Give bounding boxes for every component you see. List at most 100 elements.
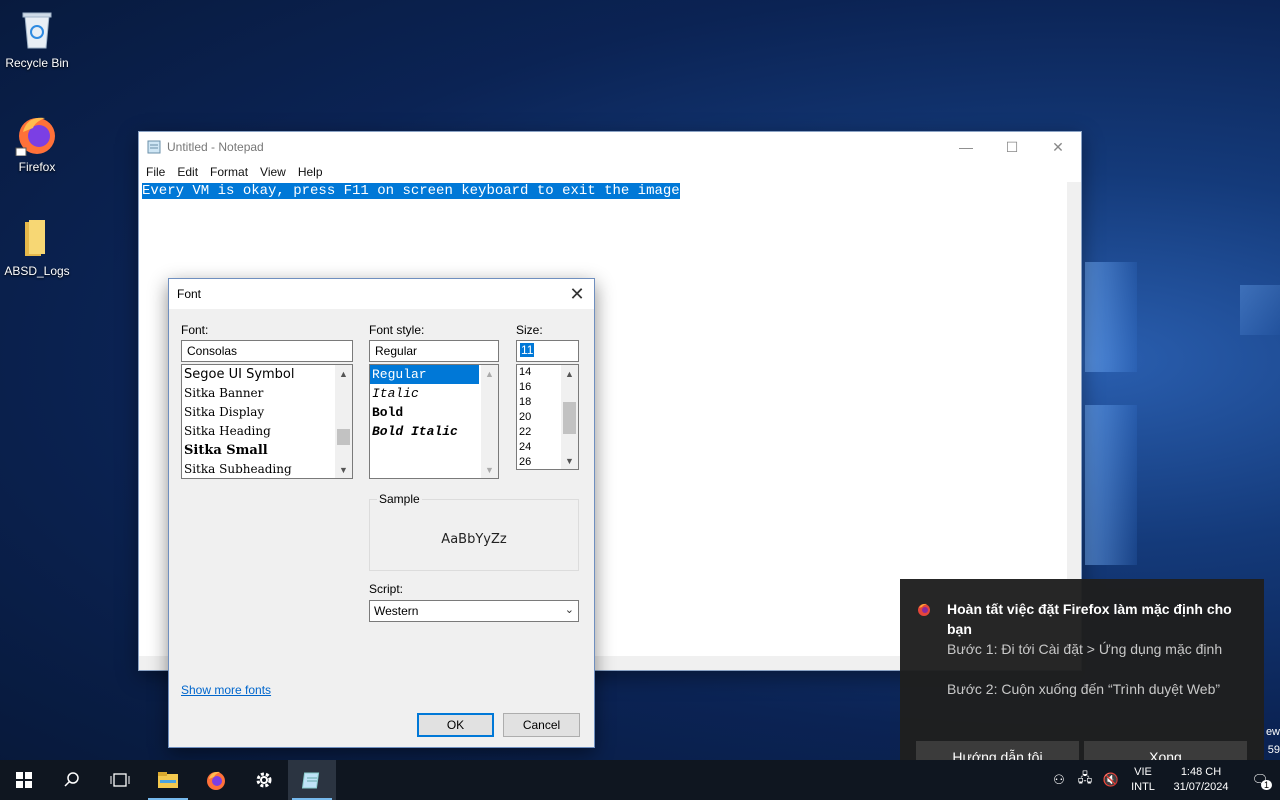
desktop-icon-firefox[interactable]: Firefox [0,112,74,174]
wallpaper-beam [1240,285,1280,335]
script-select[interactable]: Western ⌄ [369,600,579,622]
notepad-icon [147,140,161,154]
notepad-titlebar[interactable]: Untitled - Notepad [139,132,1081,162]
size-list[interactable]: 14 16 18 20 22 24 26 ▲ ▼ [516,364,579,470]
clock-date: 31/07/2024 [1173,781,1229,793]
sample-box: AaBbYyZz [369,499,579,571]
file-explorer-icon [158,772,178,788]
size-label: Size: [516,323,543,337]
font-name-input[interactable]: Consolas [181,340,353,362]
style-item-italic[interactable]: Italic [370,384,498,403]
chevron-down-icon: ⌄ [564,604,574,616]
settings-icon [256,772,272,788]
network-icon[interactable]: 🖧 [1072,760,1098,800]
maximize-button[interactable]: ☐ [989,132,1035,162]
script-label: Script: [369,582,404,596]
cancel-button[interactable]: Cancel [503,713,580,737]
scroll-down-icon[interactable]: ▼ [561,452,578,469]
menu-help[interactable]: Help [298,165,323,179]
guide-me-button[interactable]: Hướng dẫn tôi [916,741,1079,760]
task-view-icon [110,773,130,787]
size-list-scrollbar[interactable]: ▲ ▼ [561,365,578,469]
minimize-button[interactable]: — [943,132,989,162]
desktop-icon-absd-logs[interactable]: ABSD_Logs [0,216,74,278]
font-style-list[interactable]: Regular Italic Bold Bold Italic ▲ ▼ [369,364,499,479]
script-value: Western [374,604,419,618]
notification-count-badge: 1 [1260,780,1272,790]
close-button[interactable]: ✕ [1035,132,1081,162]
desktop-icon-recycle-bin[interactable]: Recycle Bin [0,8,74,70]
ok-button[interactable]: OK [417,713,494,737]
menu-format[interactable]: Format [210,165,248,179]
desktop-icon-label: ABSD_Logs [4,264,70,278]
font-list-scrollbar[interactable]: ▲ ▼ [335,365,352,478]
firefox-icon [15,112,59,157]
search-icon [64,772,79,787]
toast-title: Hoàn tất việc đặt Firefox làm mặc định c… [947,601,1232,637]
size-input[interactable]: 11 [516,340,579,362]
windows-logo-icon [16,772,32,788]
font-style-label: Font style: [369,323,425,337]
sample-label: Sample [377,492,422,506]
sample-text: AaBbYyZz [441,532,507,547]
toast-step-1: Bước 1: Đi tới Cài đặt > Ứng dụng mặc đị… [947,641,1223,657]
dialog-close-button[interactable]: ✕ [564,281,590,307]
settings-button[interactable] [240,760,288,800]
font-label: Font: [181,323,209,337]
font-item-sitka-display[interactable]: Sitka Display [182,403,352,422]
action-center-button[interactable]: 🗨 1 [1240,760,1280,800]
file-explorer-button[interactable] [144,760,192,800]
clock-time: 1:48 CH [1180,766,1222,778]
size-input-value: 11 [520,343,535,357]
edge-text: 59 [1267,744,1280,756]
input-language-indicator[interactable]: VIE INTL [1124,765,1162,795]
wallpaper-beam [1085,262,1137,372]
style-item-regular[interactable]: Regular [370,365,479,384]
scroll-up-icon[interactable]: ▲ [561,365,578,382]
scroll-up-icon[interactable]: ▲ [481,365,498,382]
menu-view[interactable]: View [260,165,286,179]
show-more-fonts-link[interactable]: Show more fonts [181,683,271,697]
firefox-icon [207,771,225,790]
done-button[interactable]: Xong [1084,741,1247,760]
scroll-thumb[interactable] [337,429,350,445]
style-list-scrollbar[interactable]: ▲ ▼ [481,365,498,478]
notepad-taskbar-button[interactable] [288,760,336,800]
firefox-icon [916,601,932,617]
volume-muted-icon[interactable]: 🔇 [1098,760,1124,800]
selected-text: Every VM is okay, press F11 on screen ke… [142,183,680,199]
scroll-down-icon[interactable]: ▼ [335,461,352,478]
edge-text: ew [1265,726,1280,738]
wallpaper-beam [1085,405,1137,565]
language-code: VIE [1134,766,1152,778]
toast-step-2: Bước 2: Cuộn xuống đến “Trình duyệt Web” [947,681,1221,697]
menu-edit[interactable]: Edit [177,165,198,179]
search-button[interactable] [48,760,96,800]
font-item-sitka-banner[interactable]: Sitka Banner [182,384,352,403]
font-dialog: Font ✕ Font: Consolas Segoe UI Symbol Si… [168,278,595,748]
task-view-button[interactable] [96,760,144,800]
firefox-taskbar-button[interactable] [192,760,240,800]
style-item-bold-italic[interactable]: Bold Italic [370,422,498,441]
font-item-sitka-subheading[interactable]: Sitka Subheading [182,460,352,478]
people-icon[interactable]: ⚇ [1046,760,1072,800]
font-style-input[interactable]: Regular [369,340,499,362]
recycle-bin-icon [15,8,59,52]
clock[interactable]: 1:48 CH 31/07/2024 [1162,765,1240,795]
scroll-up-icon[interactable]: ▲ [335,365,352,382]
start-button[interactable] [0,760,48,800]
scroll-down-icon[interactable]: ▼ [481,461,498,478]
firefox-notification-toast[interactable]: Hoàn tất việc đặt Firefox làm mặc định c… [900,579,1264,760]
menu-file[interactable]: File [146,165,165,179]
font-item-sitka-heading[interactable]: Sitka Heading [182,422,352,441]
folder-icon [15,216,59,260]
taskbar: ⚇ 🖧 🔇 VIE INTL 1:48 CH 31/07/2024 🗨 1 [0,760,1280,800]
keyboard-layout: INTL [1131,781,1155,793]
dialog-titlebar[interactable]: Font [169,279,594,309]
scroll-thumb[interactable] [563,402,576,434]
font-item-sitka-small[interactable]: Sitka Small [182,441,352,460]
window-title: Untitled - Notepad [167,140,264,154]
font-list[interactable]: Segoe UI Symbol Sitka Banner Sitka Displ… [181,364,353,479]
font-item-segoe-ui-symbol[interactable]: Segoe UI Symbol [182,365,352,384]
style-item-bold[interactable]: Bold [370,403,498,422]
